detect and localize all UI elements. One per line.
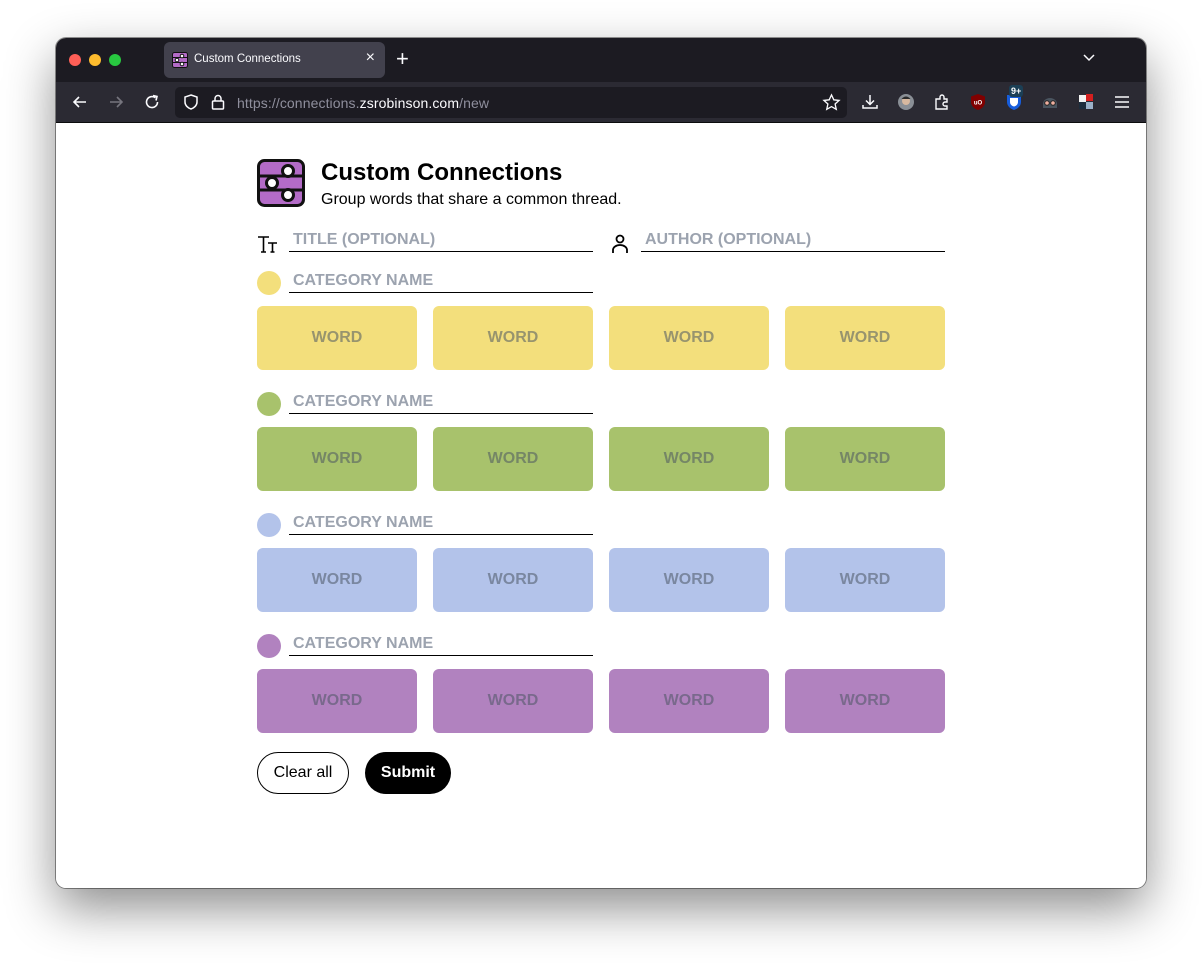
- app-favicon-icon: [172, 52, 188, 68]
- page-subtitle: Group words that share a common thread.: [321, 191, 622, 208]
- category-name-input[interactable]: [289, 390, 593, 414]
- category-name-row: [257, 509, 597, 539]
- word-inputs-row: [257, 548, 945, 612]
- browser-tab[interactable]: Custom Connections ×: [164, 42, 385, 78]
- tracking-protection-shield-icon[interactable]: [182, 93, 200, 111]
- category-name-row: [257, 267, 597, 297]
- word-input[interactable]: [257, 548, 417, 612]
- word-input[interactable]: [433, 427, 593, 491]
- list-all-tabs-chevron-icon[interactable]: [1082, 50, 1096, 64]
- text-size-icon: [258, 236, 277, 253]
- word-input[interactable]: [257, 427, 417, 491]
- address-bar[interactable]: https://connections.zsrobinson.com/new: [175, 87, 847, 118]
- extensions-puzzle-icon[interactable]: [932, 92, 952, 112]
- author-input[interactable]: [641, 228, 945, 252]
- metadata-fields: [257, 228, 945, 258]
- tab-title: Custom Connections: [194, 53, 301, 65]
- url-path: /new: [459, 95, 490, 111]
- word-input[interactable]: [609, 427, 769, 491]
- bookmark-star-icon[interactable]: [822, 93, 841, 112]
- close-window-button[interactable]: [69, 54, 81, 66]
- word-input[interactable]: [785, 306, 945, 370]
- title-input[interactable]: [289, 228, 593, 252]
- url-domain: zsrobinson.com: [359, 95, 460, 111]
- word-input[interactable]: [609, 669, 769, 733]
- clear-all-button[interactable]: Clear all: [257, 752, 349, 794]
- category-name-row: [257, 630, 597, 660]
- word-input[interactable]: [609, 306, 769, 370]
- page-title: Custom Connections: [321, 159, 563, 186]
- word-inputs-row: [257, 306, 945, 370]
- back-arrow-icon[interactable]: [70, 92, 90, 112]
- tab-bar: Custom Connections × +: [56, 38, 1146, 82]
- word-input[interactable]: [785, 427, 945, 491]
- downloads-icon[interactable]: [860, 92, 880, 112]
- bitwarden-extension-button[interactable]: 9+: [1004, 85, 1024, 112]
- word-input[interactable]: [433, 306, 593, 370]
- navigation-toolbar: https://connections.zsrobinson.com/new u…: [56, 82, 1146, 123]
- account-avatar-icon[interactable]: [896, 92, 916, 112]
- reload-icon[interactable]: [142, 92, 162, 112]
- privacy-badger-icon[interactable]: [1040, 92, 1060, 112]
- category-name-input[interactable]: [289, 269, 593, 293]
- page-content: Custom Connections Group words that shar…: [56, 123, 1146, 888]
- ublock-origin-icon[interactable]: uO: [968, 92, 988, 112]
- app-logo-icon: [257, 159, 305, 207]
- user-icon: [612, 234, 628, 253]
- category-color-dot: [257, 271, 281, 295]
- category-color-dot: [257, 392, 281, 416]
- word-input[interactable]: [257, 306, 417, 370]
- extension-badge: 9+: [1009, 85, 1024, 97]
- category-name-input[interactable]: [289, 632, 593, 656]
- svg-text:uO: uO: [974, 101, 983, 107]
- url-prefix: https://connections.: [237, 95, 360, 111]
- url-text[interactable]: https://connections.zsrobinson.com/new: [237, 95, 489, 111]
- tab-close-icon[interactable]: ×: [366, 49, 375, 67]
- word-input[interactable]: [433, 548, 593, 612]
- browser-window: Custom Connections × + https://connectio…: [56, 38, 1146, 888]
- submit-button[interactable]: Submit: [365, 752, 451, 794]
- category-name-input[interactable]: [289, 511, 593, 535]
- app-menu-hamburger-icon[interactable]: [1112, 92, 1132, 112]
- word-input[interactable]: [433, 669, 593, 733]
- maximize-window-button[interactable]: [109, 54, 121, 66]
- new-tab-button[interactable]: +: [396, 46, 409, 72]
- word-inputs-row: [257, 427, 945, 491]
- category-name-row: [257, 388, 597, 418]
- word-input[interactable]: [785, 669, 945, 733]
- squares-extension-icon[interactable]: [1076, 92, 1096, 112]
- lock-icon[interactable]: [209, 93, 227, 111]
- category-color-dot: [257, 513, 281, 537]
- word-input[interactable]: [785, 548, 945, 612]
- forward-arrow-icon[interactable]: [106, 92, 126, 112]
- word-input[interactable]: [257, 669, 417, 733]
- word-inputs-row: [257, 669, 945, 733]
- word-input[interactable]: [609, 548, 769, 612]
- minimize-window-button[interactable]: [89, 54, 101, 66]
- category-color-dot: [257, 634, 281, 658]
